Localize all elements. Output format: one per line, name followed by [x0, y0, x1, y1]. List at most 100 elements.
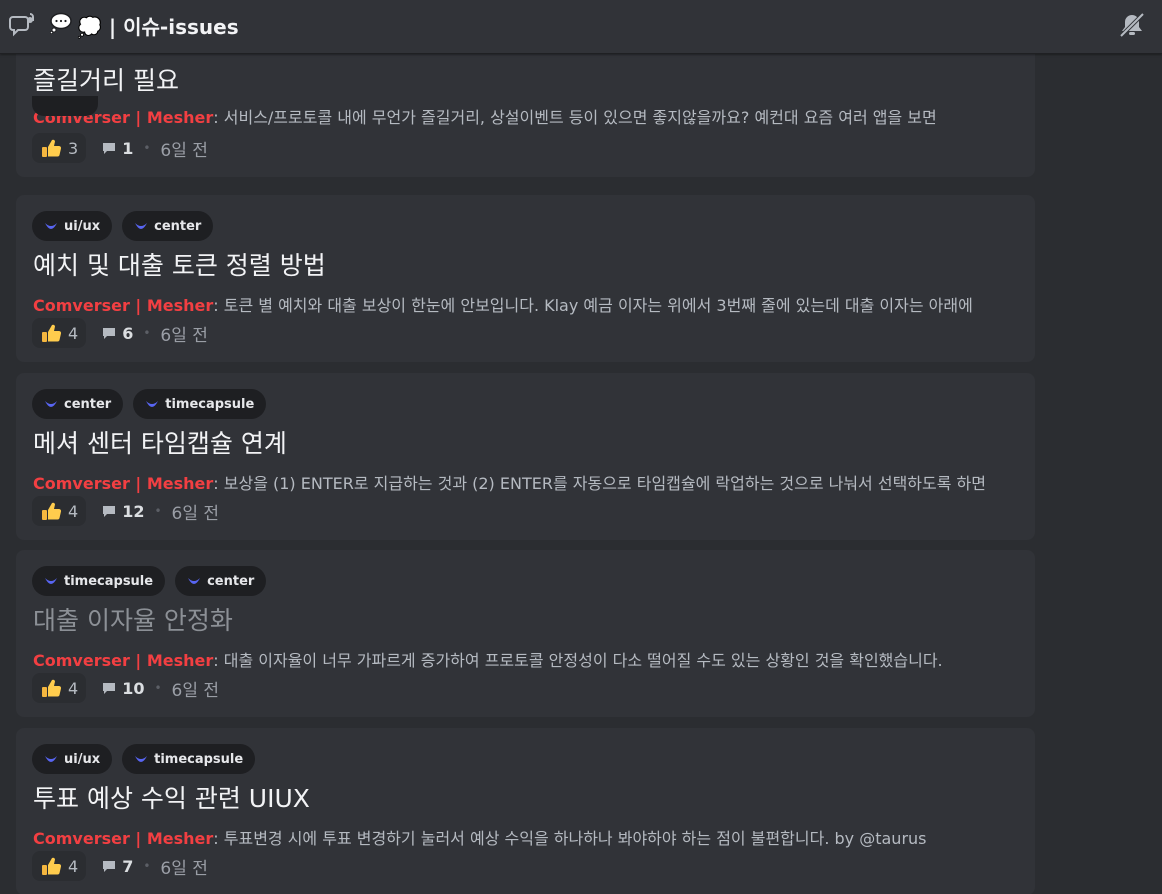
- thumbs-up-icon: [42, 502, 62, 520]
- post-preview: Comverser | Mesher: 대출 이자율이 너무 가파르게 증가하여…: [33, 651, 943, 670]
- reaction-button[interactable]: 3: [32, 133, 87, 163]
- separator-dot: •: [143, 326, 151, 340]
- post-stats: 4 12 • 6일 전: [32, 495, 219, 527]
- post-preview-text: 투표변경 시에 투표 변경하기 눌러서 예상 수익을 하나하나 봐야하야 하는 …: [223, 829, 927, 848]
- post-time: 6일 전: [160, 858, 208, 879]
- post-author: Comverser | Mesher: [33, 651, 214, 670]
- post-title: 투표 예상 수익 관련 UIUX: [33, 784, 310, 813]
- speech-bubble-icon: [49, 12, 72, 34]
- post-preview-text: 대출 이자율이 너무 가파르게 증가하여 프로토콜 안정성이 다소 떨어질 수도…: [223, 651, 943, 670]
- tag-icon: [45, 401, 57, 407]
- post-author: Comverser | Mesher: [33, 829, 214, 848]
- tag-label: ui/ux: [64, 218, 101, 234]
- comment-count: 10: [122, 678, 145, 698]
- tag-label: timecapsule: [64, 573, 154, 589]
- separator-dot: •: [143, 141, 151, 155]
- forum-post[interactable]: timecapsule center 대출 이자율 안정화 Comverser …: [16, 550, 1035, 717]
- post-stats: 4 10 • 6일 전: [32, 672, 219, 704]
- reaction-button[interactable]: 4: [32, 851, 87, 881]
- partial-tag-scrolled: [32, 96, 98, 116]
- post-time: 6일 전: [160, 140, 208, 161]
- forum-post[interactable]: ui/ux center 예치 및 대출 토큰 정렬 방법 Comverser …: [16, 195, 1035, 362]
- tag-icon: [188, 578, 201, 584]
- tag-center[interactable]: center: [32, 389, 124, 419]
- post-preview: Comverser | Mesher: 토큰 별 예치와 대출 보상이 한눈에 …: [33, 296, 973, 315]
- post-preview-text: 보상을 (1) ENTER로 지급하는 것과 (2) ENTER를 자동으로 타…: [223, 474, 986, 493]
- tag-label: timecapsule: [165, 396, 255, 412]
- post-author: Comverser | Mesher: [33, 296, 214, 315]
- tag-ui-ux[interactable]: ui/ux: [32, 211, 113, 241]
- reaction-count: 4: [68, 323, 79, 343]
- thumbs-up-icon: [42, 857, 62, 875]
- comment-icon: [103, 328, 116, 339]
- reaction-count: 4: [68, 678, 79, 698]
- tag-label: center: [154, 218, 202, 234]
- comment-icon: [103, 861, 116, 872]
- tag-icon: [45, 756, 57, 762]
- post-title: 예치 및 대출 토큰 정렬 방법: [33, 251, 326, 280]
- post-preview: Comverser | Mesher: 서비스/프로토콜 내에 무언가 즐길거리…: [33, 108, 937, 127]
- reaction-button[interactable]: 4: [32, 673, 87, 703]
- post-title: 메셔 센터 타임캡슐 연계: [33, 429, 287, 458]
- tag-icon: [45, 578, 57, 584]
- comment-icon: [103, 143, 116, 154]
- forum-post-list: 즐길거리 필요 Comverser | Mesher: 서비스/프로토콜 내에 …: [0, 54, 1050, 894]
- forum-post[interactable]: center timecapsule 메셔 센터 타임캡슐 연계 Comvers…: [16, 373, 1035, 540]
- post-time: 6일 전: [160, 325, 208, 346]
- reaction-count: 3: [68, 138, 79, 158]
- comment-count: 7: [122, 856, 134, 876]
- separator-dot: •: [143, 859, 151, 873]
- tag-timecapsule[interactable]: timecapsule: [32, 566, 166, 596]
- forum-post[interactable]: ui/ux timecapsule 투표 예상 수익 관련 UIUX Comve…: [16, 728, 1035, 894]
- reaction-count: 4: [68, 856, 79, 876]
- tag-ui-ux[interactable]: ui/ux: [32, 744, 113, 774]
- reaction-button[interactable]: 4: [32, 496, 87, 526]
- tag-icon: [45, 223, 57, 229]
- post-preview-text: 토큰 별 예치와 대출 보상이 한눈에 안보입니다. Klay 예금 이자는 위…: [223, 296, 973, 315]
- post-title: 즐길거리 필요: [33, 66, 179, 95]
- forum-post[interactable]: 즐길거리 필요 Comverser | Mesher: 서비스/프로토콜 내에 …: [16, 54, 1035, 177]
- tag-timecapsule[interactable]: timecapsule: [122, 744, 256, 774]
- comment-count-group: 7: [102, 857, 133, 876]
- tag-center[interactable]: center: [175, 566, 267, 596]
- post-tags: ui/ux center: [32, 211, 214, 241]
- post-stats: 4 6 • 6일 전: [32, 317, 208, 349]
- comment-icon: [103, 683, 116, 694]
- separator-dot: •: [154, 681, 162, 695]
- tag-label: center: [207, 573, 255, 589]
- reaction-count: 4: [68, 501, 79, 521]
- post-author: Comverser | Mesher: [33, 474, 214, 493]
- post-time: 6일 전: [171, 503, 220, 524]
- comment-count-group: 6: [102, 324, 133, 343]
- comment-count-group: 1: [102, 139, 133, 158]
- right-pane: [1050, 54, 1162, 894]
- post-tags: ui/ux timecapsule: [32, 744, 256, 774]
- comment-count-group: 12: [102, 502, 144, 521]
- tag-center[interactable]: center: [122, 211, 214, 241]
- separator-dot: •: [154, 504, 162, 518]
- post-time: 6일 전: [171, 680, 220, 701]
- channel-title: 💭 | 이슈-issues: [77, 15, 239, 39]
- comment-count-group: 10: [102, 679, 144, 698]
- reaction-button[interactable]: 4: [32, 318, 87, 348]
- post-title: 대출 이자율 안정화: [33, 606, 233, 635]
- threads-icon[interactable]: [7, 10, 37, 40]
- comment-icon: [103, 506, 116, 517]
- comment-count: 1: [122, 138, 134, 158]
- tag-timecapsule[interactable]: timecapsule: [133, 389, 267, 419]
- thumbs-up-icon: [42, 679, 62, 697]
- tag-icon: [135, 756, 148, 762]
- channel-header: 💭 | 이슈-issues: [0, 0, 1162, 54]
- muted-bell-icon[interactable]: [1117, 10, 1147, 40]
- post-tags: timecapsule center: [32, 566, 267, 596]
- comment-count: 6: [122, 323, 134, 343]
- post-stats: 4 7 • 6일 전: [32, 850, 208, 882]
- post-preview: Comverser | Mesher: 투표변경 시에 투표 변경하기 눌러서 …: [33, 829, 927, 848]
- tag-icon: [146, 401, 159, 407]
- post-tags: center timecapsule: [32, 389, 267, 419]
- post-preview: Comverser | Mesher: 보상을 (1) ENTER로 지급하는 …: [33, 474, 986, 493]
- tag-label: center: [64, 396, 112, 412]
- tag-icon: [135, 223, 148, 229]
- post-preview-text: 서비스/프로토콜 내에 무언가 즐길거리, 상설이벤트 등이 있으면 좋지않을까…: [223, 108, 937, 127]
- tag-label: timecapsule: [154, 751, 244, 767]
